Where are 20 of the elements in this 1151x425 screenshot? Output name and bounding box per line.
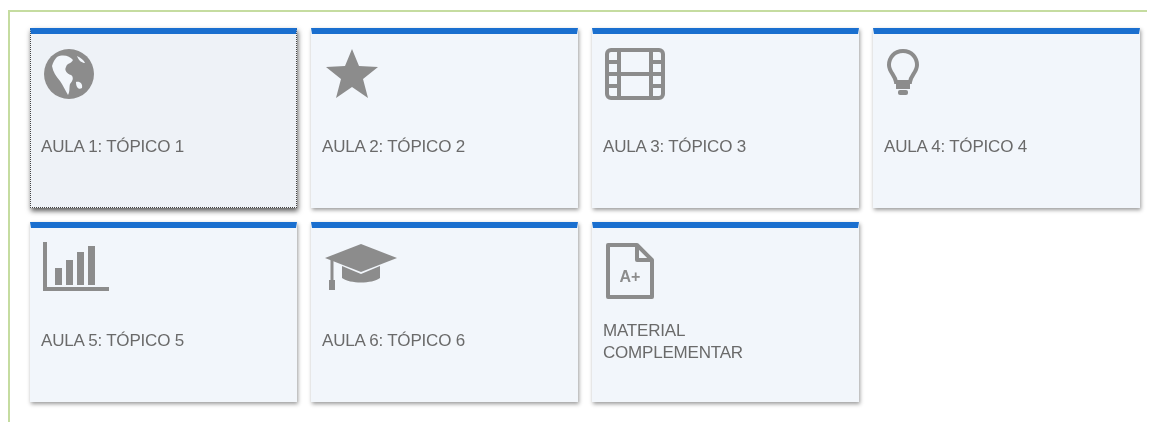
course-card[interactable]: AULA 3: TÓPICO 3 (592, 28, 859, 208)
course-card[interactable]: AULA 6: TÓPICO 6 (311, 222, 578, 402)
card-title: MATERIAL COMPLEMENTAR (603, 320, 744, 365)
globe-icon (43, 48, 95, 100)
course-card[interactable]: AULA 4: TÓPICO 4 (873, 28, 1140, 208)
card-title: AULA 5: TÓPICO 5 (41, 330, 185, 352)
course-card[interactable]: A+ MATERIAL COMPLEMENTAR (592, 222, 859, 402)
bar-chart-icon (43, 242, 109, 292)
card-title: AULA 6: TÓPICO 6 (322, 330, 466, 352)
card-title: AULA 2: TÓPICO 2 (322, 136, 466, 158)
card-title: AULA 3: TÓPICO 3 (603, 136, 747, 158)
star-icon (324, 48, 380, 100)
card-title: AULA 4: TÓPICO 4 (884, 136, 1028, 158)
lightbulb-icon (886, 48, 920, 98)
course-card[interactable]: AULA 1: TÓPICO 1 (30, 28, 297, 208)
course-card[interactable]: AULA 5: TÓPICO 5 (30, 222, 297, 402)
card-title: AULA 1: TÓPICO 1 (41, 136, 185, 158)
film-icon (605, 48, 665, 100)
graduation-cap-icon (324, 242, 398, 292)
course-card[interactable]: AULA 2: TÓPICO 2 (311, 28, 578, 208)
